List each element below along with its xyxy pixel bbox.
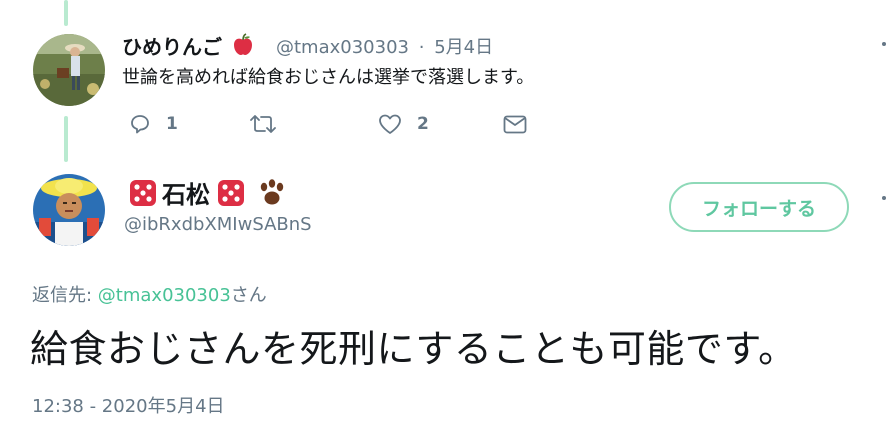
dm-icon [502,112,528,136]
reply-icon [128,112,152,136]
main-author-name-text: 石松 [162,181,210,209]
thread-line-top [64,0,68,26]
retweet-action[interactable] [248,112,292,136]
main-tweet-timestamp[interactable]: 12:38 - 2020年5月4日 [32,392,225,418]
main-tweet-text: 給食おじさんを死刑にすることも可能です。 [30,327,797,371]
dice-icon [128,178,158,208]
reply-author-handle[interactable]: @tmax030303 [276,37,409,58]
reply-to-suffix: さん [230,285,267,306]
dm-action[interactable] [502,112,528,136]
meta-separator: · [418,37,425,58]
reply-to-prefix: 返信先: [32,285,98,306]
main-author-name[interactable]: 石松 [128,175,288,210]
like-action[interactable]: 2 [377,112,429,136]
reply-tweet-text: 世論を高めれば給食おじさんは選挙で落選します。 [122,67,535,88]
retweet-icon [248,112,278,136]
edge-mark [882,196,886,200]
reply-count: 1 [166,114,178,134]
dice-icon [216,178,246,208]
like-icon [377,112,403,136]
reply-to-mention[interactable]: @tmax030303 [98,285,231,306]
reply-author-name-text: ひめりんご [122,35,222,59]
reply-date[interactable]: 5月4日 [434,37,493,58]
reply-author-avatar[interactable] [33,34,105,106]
main-author-handle[interactable]: @ibRxdbXMIwSABnS [124,214,312,235]
edge-mark [882,42,886,46]
paw-icon [256,178,288,208]
reply-to-line: 返信先: @tmax030303さん [32,281,267,307]
reply-author-name[interactable]: ひめりんご [122,31,255,62]
reply-action[interactable]: 1 [128,112,178,136]
thread-line-bottom [64,116,68,162]
reply-meta: @tmax030303 · 5月4日 [276,33,493,59]
like-count: 2 [417,114,429,134]
apple-icon [231,33,255,62]
main-author-avatar[interactable] [33,174,105,246]
follow-button[interactable]: フォローする [669,182,849,232]
